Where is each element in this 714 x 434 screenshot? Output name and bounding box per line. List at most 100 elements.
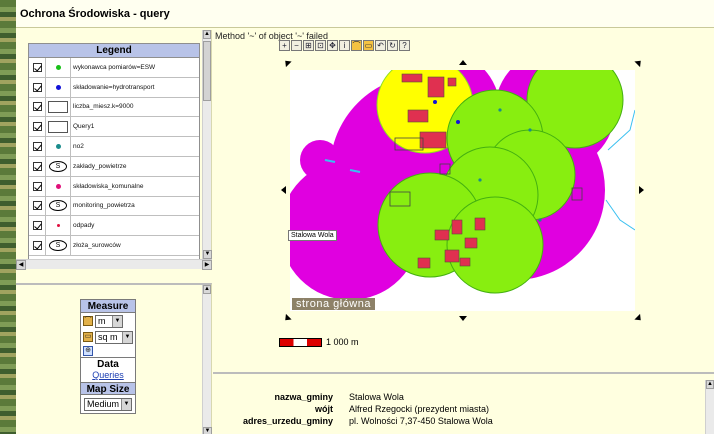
zoom-out-icon[interactable]: − — [291, 40, 302, 51]
legend-item-label: no2 — [73, 143, 84, 151]
tools-vertical-scrollbar[interactable]: ▲ ▼ — [202, 285, 212, 434]
checkbox-checked-icon[interactable] — [32, 161, 42, 171]
measure-line-icon[interactable]: ⌒ — [351, 40, 362, 51]
legend-item-label: składowanie=hydrotransport — [73, 83, 155, 91]
legend-checkbox-cell[interactable] — [29, 216, 46, 236]
legend-title: Legend — [29, 44, 199, 58]
measure-title: Measure — [81, 300, 135, 313]
measure-area-icon[interactable]: ▭ — [83, 332, 93, 342]
measure-length-icon[interactable]: ⌒ — [83, 316, 93, 326]
info-vertical-scrollbar[interactable]: ▲ — [705, 380, 714, 434]
legend-checkbox-cell[interactable] — [29, 97, 46, 117]
legend-checkbox-cell[interactable] — [29, 117, 46, 137]
zoom-in-icon[interactable]: + — [279, 40, 290, 51]
checkbox-checked-icon[interactable] — [32, 102, 42, 112]
pan-south-arrow-icon[interactable] — [459, 316, 467, 321]
legend-checkbox-cell[interactable] — [29, 236, 46, 255]
legend-row: S monitoring_powietrza — [29, 196, 199, 217]
checkbox-checked-icon[interactable] — [32, 62, 42, 72]
scroll-down-arrow-icon[interactable]: ▼ — [203, 427, 212, 434]
checkbox-checked-icon[interactable] — [32, 181, 42, 191]
legend-row: S zakłady_powietrze — [29, 156, 199, 177]
scroll-up-arrow-icon[interactable]: ▲ — [203, 285, 211, 294]
length-unit-select[interactable]: m ▼ — [95, 314, 123, 328]
legend-checkbox-cell[interactable] — [29, 176, 46, 196]
map-size-select[interactable]: Medium ▼ — [84, 397, 132, 411]
legend-symbol-cell — [46, 58, 71, 77]
legend-checkbox-cell[interactable] — [29, 156, 46, 176]
data-title: Data — [81, 357, 135, 370]
attribute-key: adres_urzedu_gminy — [242, 416, 333, 426]
legend-checkbox-cell[interactable] — [29, 58, 46, 77]
pan-northeast-arrow-icon[interactable] — [634, 57, 644, 68]
polygon-symbol-icon — [48, 120, 68, 133]
legend-row: S złoża_surowców — [29, 236, 199, 256]
point-symbol-icon — [56, 224, 60, 228]
queries-link[interactable]: Queries — [81, 370, 135, 382]
checkbox-checked-icon[interactable] — [32, 142, 42, 152]
pan-southwest-arrow-icon[interactable] — [282, 313, 292, 324]
pan-southeast-arrow-icon[interactable] — [634, 313, 644, 324]
legend-symbol-cell: S — [46, 196, 71, 216]
window-title: Ochrona Środowiska - query — [20, 8, 170, 20]
legend-item-label: wykonawca pomiarów=ESW — [73, 63, 156, 71]
legend-checkbox-cell[interactable] — [29, 77, 46, 97]
legend-item-label: złoża_surowców — [73, 242, 121, 250]
legend-symbol-cell — [46, 137, 71, 156]
area-unit-value: sq m — [98, 332, 118, 342]
zoom-layer-icon[interactable]: ⊡ — [315, 40, 326, 51]
checkbox-checked-icon[interactable] — [32, 201, 42, 211]
identify-icon[interactable]: i — [339, 40, 350, 51]
legend-checkbox-cell[interactable] — [29, 137, 46, 156]
scroll-right-arrow-icon[interactable]: ▶ — [202, 260, 212, 270]
zoom-previous-icon[interactable]: ↶ — [375, 40, 386, 51]
checkbox-checked-icon[interactable] — [32, 221, 42, 231]
full-extent-icon[interactable]: ⊞ — [303, 40, 314, 51]
legend-frame: Legend wykonawca pomiarów=ESW składowani… — [16, 30, 212, 270]
scroll-thumb[interactable] — [203, 41, 211, 101]
scale-bar: 1 000 m — [279, 337, 359, 347]
scroll-up-arrow-icon[interactable]: ▲ — [203, 30, 211, 39]
legend-item-label: Query1 — [73, 123, 95, 131]
pan-icon[interactable]: ✥ — [327, 40, 338, 51]
ellipse-s-symbol-icon: S — [49, 240, 67, 252]
area-unit-select[interactable]: sq m ▼ — [95, 330, 133, 344]
scroll-left-arrow-icon[interactable]: ◀ — [16, 260, 26, 270]
query-icon[interactable]: ? — [399, 40, 410, 51]
legend-horizontal-scrollbar[interactable]: ◀ ▶ — [16, 259, 212, 270]
home-page-banner[interactable]: strona główna — [292, 298, 375, 310]
map-size-title: Map Size — [81, 382, 135, 395]
polygon-symbol-icon — [48, 100, 68, 113]
attribute-key: nazwa_gminy — [274, 392, 333, 402]
place-label: Stalowa Wola — [288, 230, 337, 241]
ellipse-s-symbol-icon: S — [49, 200, 67, 212]
pan-east-arrow-icon[interactable] — [639, 186, 644, 194]
clear-measure-icon[interactable]: ⊕ — [83, 346, 93, 356]
legend-row: składowiska_komunalne — [29, 176, 199, 197]
scale-bar-graphic — [279, 337, 322, 347]
legend-vertical-scrollbar[interactable]: ▲ ▼ — [202, 30, 212, 259]
map-image — [290, 70, 635, 300]
title-bar: Ochrona Środowiska - query — [16, 0, 714, 28]
scroll-up-arrow-icon[interactable]: ▲ — [706, 380, 714, 389]
measure-area-icon[interactable]: ▭ — [363, 40, 374, 51]
chevron-down-icon: ▼ — [122, 331, 132, 343]
legend-row: Query1 — [29, 117, 199, 138]
chevron-down-icon: ▼ — [112, 315, 122, 327]
pan-north-arrow-icon[interactable] — [459, 60, 467, 65]
scroll-down-arrow-icon[interactable]: ▼ — [203, 250, 212, 259]
checkbox-checked-icon[interactable] — [32, 241, 42, 251]
tools-frame: Measure ⌒ m ▼ ▭ sq m ▼ ⊕ Data Queries Ma… — [16, 283, 212, 434]
pan-northwest-arrow-icon[interactable] — [282, 57, 292, 68]
refresh-icon[interactable]: ↻ — [387, 40, 398, 51]
legend-item-label: zakłady_powietrze — [73, 162, 127, 170]
chevron-down-icon: ▼ — [121, 398, 131, 410]
legend-symbol-cell — [46, 216, 71, 236]
checkbox-checked-icon[interactable] — [32, 122, 42, 132]
map-canvas[interactable] — [290, 70, 635, 311]
legend-checkbox-cell[interactable] — [29, 196, 46, 216]
legend-item-label: odpady — [73, 222, 95, 230]
pan-west-arrow-icon[interactable] — [281, 186, 286, 194]
legend-item-label: monitoring_powietrza — [73, 202, 135, 210]
checkbox-checked-icon[interactable] — [32, 82, 42, 92]
